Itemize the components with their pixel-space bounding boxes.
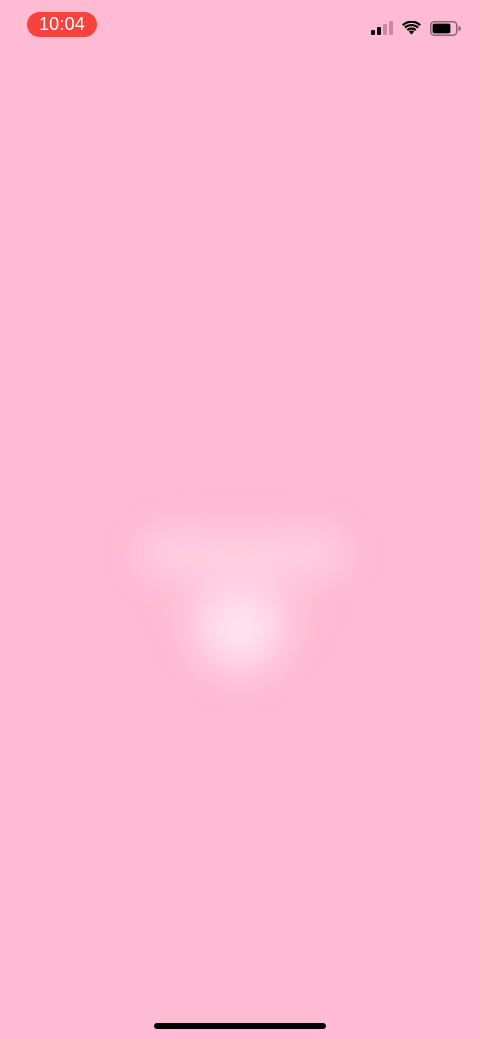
wifi-icon xyxy=(402,21,421,35)
cellular-signal-icon xyxy=(371,21,393,35)
app-screen: 10:04 xyxy=(0,0,480,1039)
status-bar: 10:04 xyxy=(0,0,480,48)
battery-icon xyxy=(430,20,461,36)
blurred-app-logo xyxy=(110,505,375,715)
home-indicator[interactable] xyxy=(154,1023,326,1029)
status-time[interactable]: 10:04 xyxy=(27,12,97,37)
status-icons xyxy=(371,19,461,37)
logo-blur-center xyxy=(200,590,280,670)
